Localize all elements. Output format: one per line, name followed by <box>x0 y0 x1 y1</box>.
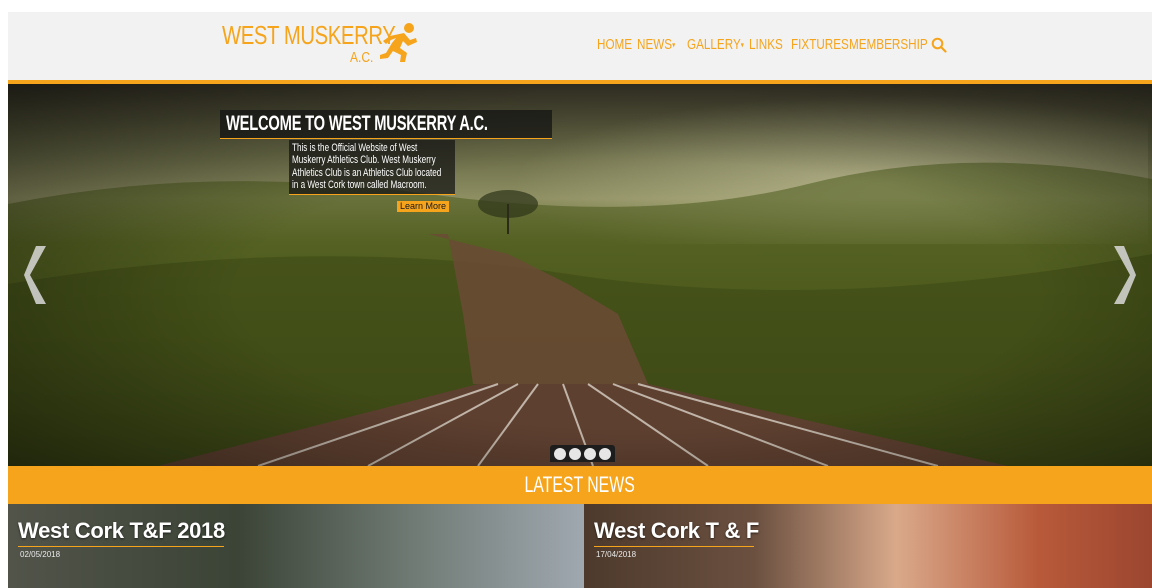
news-card-date: 02/05/2018 <box>20 550 61 559</box>
slide-dot-1[interactable] <box>554 448 566 460</box>
hero-description-box: This is the Official Website of West Mus… <box>289 140 455 195</box>
nav-home-label: HOME <box>597 36 633 53</box>
nav-links[interactable]: LINKS <box>749 36 791 54</box>
slide-dot-4[interactable] <box>599 448 611 460</box>
main-nav: HOME NEWS▾ GALLERY▾ LINKS FIXTURES MEMBE… <box>597 36 947 54</box>
nav-news-label-wrap: NEWS▾ <box>637 36 675 53</box>
news-card-title: West Cork T&F 2018 <box>18 518 225 543</box>
hero-vignette <box>8 84 1152 466</box>
nav-gallery-label: GALLERY <box>687 36 741 53</box>
news-card-2[interactable]: West Cork T & F 17/04/2018 <box>584 504 1152 588</box>
slide-indicators <box>550 445 615 462</box>
news-card-1[interactable]: West Cork T&F 2018 02/05/2018 <box>8 504 584 588</box>
site-logo[interactable]: WEST MUSKERRY A.C. <box>222 20 432 72</box>
nav-gallery[interactable]: GALLERY▾ <box>687 36 749 54</box>
search-icon[interactable] <box>931 37 947 53</box>
nav-membership[interactable]: MEMBERSHIP <box>849 36 931 54</box>
hero-slider[interactable]: WELCOME TO WEST MUSKERRY A.C. This is th… <box>8 84 1152 466</box>
slide-dot-2[interactable] <box>569 448 581 460</box>
nav-gallery-label-wrap: GALLERY▾ <box>687 36 744 53</box>
nav-fixtures-label: FIXTURES <box>791 36 849 53</box>
news-card-title: West Cork T & F <box>594 518 760 543</box>
nav-home[interactable]: HOME <box>597 36 637 54</box>
nav-membership-label: MEMBERSHIP <box>849 36 928 53</box>
page: WEST MUSKERRY A.C. HOME NEWS▾ GALLERY▾ L… <box>8 12 1152 588</box>
hero-title-box: WELCOME TO WEST MUSKERRY A.C. <box>220 110 552 139</box>
news-card-divider <box>594 546 754 547</box>
chevron-down-icon: ▾ <box>672 40 676 50</box>
chevron-right-icon[interactable] <box>1108 244 1138 306</box>
latest-news-heading-bar: LATEST NEWS <box>8 466 1152 504</box>
logo-name: WEST MUSKERRY <box>222 20 396 50</box>
nav-fixtures[interactable]: FIXTURES <box>791 36 849 54</box>
latest-news-heading: LATEST NEWS <box>524 472 636 497</box>
hero-title: WELCOME TO WEST MUSKERRY A.C. <box>226 112 488 135</box>
chevron-left-icon[interactable] <box>22 244 52 306</box>
nav-news-label: NEWS <box>637 36 673 53</box>
logo-suffix: A.C. <box>350 49 374 66</box>
news-card-divider <box>18 546 224 547</box>
chevron-down-icon: ▾ <box>740 40 744 50</box>
news-card-date: 17/04/2018 <box>596 550 637 559</box>
hero-description: This is the Official Website of West Mus… <box>292 142 442 192</box>
site-header: WEST MUSKERRY A.C. HOME NEWS▾ GALLERY▾ L… <box>8 12 1152 84</box>
learn-more-button[interactable]: Learn More <box>397 201 450 212</box>
runner-icon <box>380 23 417 62</box>
nav-links-label: LINKS <box>749 36 783 53</box>
nav-news[interactable]: NEWS▾ <box>637 36 687 54</box>
slide-dot-3[interactable] <box>584 448 596 460</box>
